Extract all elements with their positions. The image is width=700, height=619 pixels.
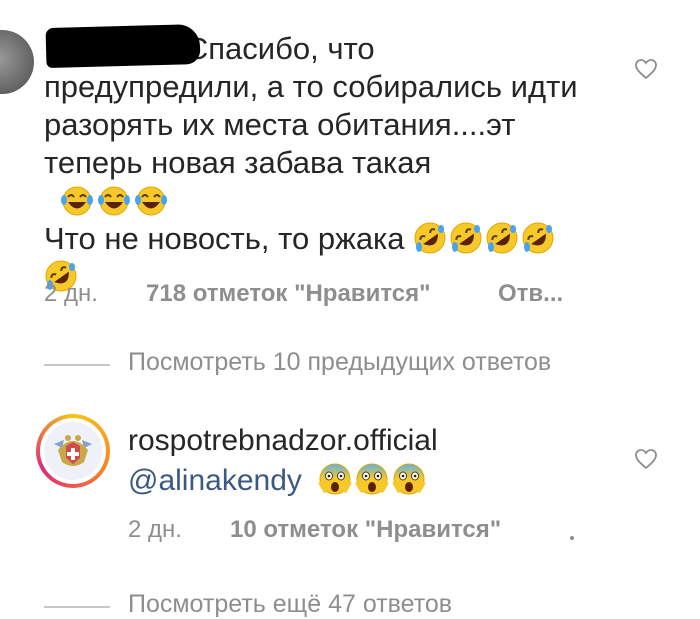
more-options-icon[interactable] <box>570 536 574 540</box>
rospotrebnadzor-avatar[interactable] <box>36 414 110 488</box>
like-heart-icon[interactable] <box>634 448 658 470</box>
comment-time: 2 дн. <box>44 280 98 307</box>
emblem-icon <box>46 424 100 478</box>
comment2-username[interactable]: rospotrebnadzor.official <box>128 424 438 458</box>
comment2-mention[interactable]: @alinakendy <box>128 462 427 498</box>
view-more-replies-button[interactable]: Посмотреть ещё 47 ответов <box>128 590 452 619</box>
comment-text: 7 Спасибо, что предупредили, а то собира… <box>44 30 604 296</box>
comment-likes[interactable]: 718 отметок "Нравится" <box>146 280 430 308</box>
rolling-laughing-emoji-icon <box>414 222 555 254</box>
reply-button[interactable]: Отв... <box>498 280 563 308</box>
replies-divider <box>44 364 110 366</box>
like-heart-icon[interactable] <box>634 58 658 80</box>
screaming-face-emoji-icon <box>318 462 427 496</box>
commenter-avatar[interactable] <box>0 30 34 94</box>
comment2-time: 2 дн. <box>128 516 182 543</box>
view-previous-replies-button[interactable]: Посмотреть 10 предыдущих ответов <box>128 348 551 377</box>
laughing-tears-emoji-icon <box>61 186 168 216</box>
laughing-emoji-group <box>44 183 168 218</box>
comment2-likes[interactable]: 10 отметок "Нравится" <box>230 516 501 544</box>
more-replies-divider <box>44 606 110 608</box>
redacted-username <box>45 23 201 69</box>
comment-line5: Что не новость, то ржака <box>44 221 414 256</box>
